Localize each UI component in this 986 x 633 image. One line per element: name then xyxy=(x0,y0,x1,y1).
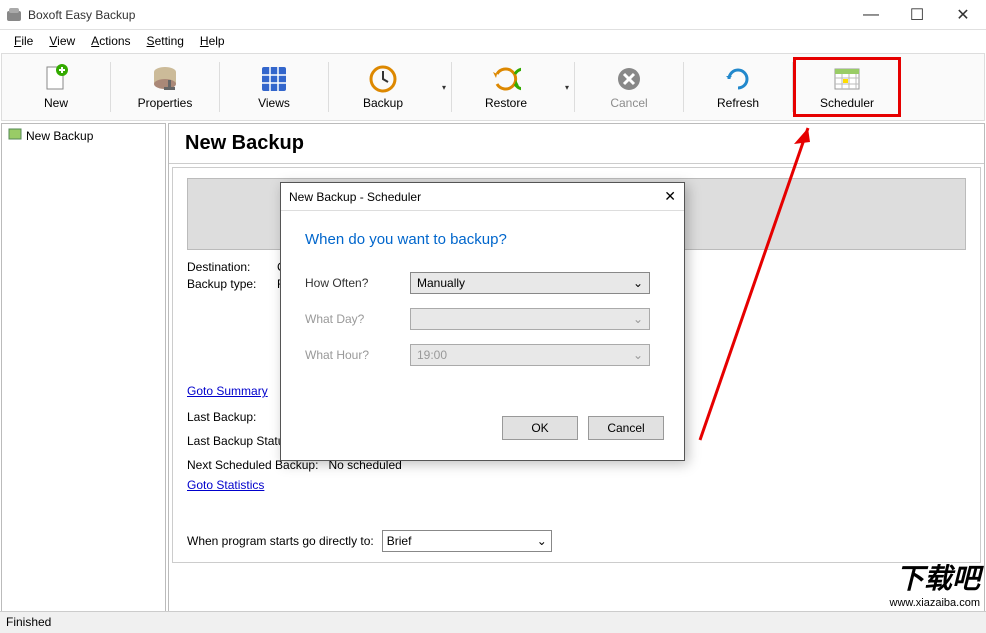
scheduler-icon xyxy=(832,64,862,94)
cancel-icon xyxy=(614,64,644,94)
sidebar: New Backup xyxy=(1,123,166,613)
window-controls: — ☐ ✕ xyxy=(848,0,986,30)
dialog-heading: When do you want to backup? xyxy=(305,231,660,248)
goto-statistics-link[interactable]: Goto Statistics xyxy=(187,478,264,492)
toolbar-scheduler[interactable]: Scheduler xyxy=(793,57,901,117)
toolbar: New Properties Views Backup ▾ Restore ▾ … xyxy=(1,53,985,121)
toolbar-views[interactable]: Views xyxy=(220,57,328,117)
panel-title: New Backup xyxy=(169,124,984,164)
what-day-select: ⌄ xyxy=(410,308,650,330)
properties-icon xyxy=(150,64,180,94)
menubar: File View Actions Setting Help xyxy=(0,30,986,52)
sidebar-item-label: New Backup xyxy=(26,129,93,143)
watermark: 下载吧 www.xiazaiba.com xyxy=(890,557,980,609)
sidebar-item-new-backup[interactable]: New Backup xyxy=(2,124,165,147)
menu-file[interactable]: File xyxy=(6,32,41,50)
how-often-label: How Often? xyxy=(305,276,410,290)
dialog-titlebar[interactable]: New Backup - Scheduler ✕ xyxy=(281,183,684,211)
views-icon xyxy=(259,64,289,94)
restore-dropdown-icon[interactable]: ▾ xyxy=(560,83,574,92)
maximize-button[interactable]: ☐ xyxy=(894,0,940,30)
what-day-label: What Day? xyxy=(305,312,410,326)
titlebar[interactable]: Boxoft Easy Backup — ☐ ✕ xyxy=(0,0,986,30)
toolbar-cancel: Cancel xyxy=(575,57,683,117)
new-file-icon xyxy=(41,64,71,94)
dialog-close-button[interactable]: ✕ xyxy=(664,188,676,205)
toolbar-backup[interactable]: Backup xyxy=(329,57,437,117)
refresh-icon xyxy=(723,64,753,94)
backup-item-icon xyxy=(8,127,22,144)
what-hour-label: What Hour? xyxy=(305,348,410,362)
chevron-down-icon: ⌄ xyxy=(633,276,643,290)
restore-icon xyxy=(491,64,521,94)
ok-button[interactable]: OK xyxy=(502,416,578,440)
chevron-down-icon: ⌄ xyxy=(633,348,643,362)
what-hour-select: 19:00⌄ xyxy=(410,344,650,366)
statusbar: Finished xyxy=(0,611,986,633)
app-icon xyxy=(6,7,22,23)
start-direct-label: When program starts go directly to: xyxy=(187,534,374,548)
menu-actions[interactable]: Actions xyxy=(83,32,138,50)
backup-dropdown-icon[interactable]: ▾ xyxy=(437,83,451,92)
status-text: Finished xyxy=(6,615,51,629)
toolbar-properties[interactable]: Properties xyxy=(111,57,219,117)
chevron-down-icon: ⌄ xyxy=(537,534,547,548)
window-title: Boxoft Easy Backup xyxy=(28,8,848,22)
menu-help[interactable]: Help xyxy=(192,32,233,50)
close-button[interactable]: ✕ xyxy=(940,0,986,30)
toolbar-new[interactable]: New xyxy=(2,57,110,117)
menu-view[interactable]: View xyxy=(41,32,83,50)
chevron-down-icon: ⌄ xyxy=(633,312,643,326)
minimize-button[interactable]: — xyxy=(848,0,894,30)
cancel-button[interactable]: Cancel xyxy=(588,416,664,440)
dialog-title: New Backup - Scheduler xyxy=(289,190,421,204)
scheduler-dialog: New Backup - Scheduler ✕ When do you wan… xyxy=(280,182,685,461)
goto-summary-link[interactable]: Goto Summary xyxy=(187,384,268,398)
toolbar-restore[interactable]: Restore xyxy=(452,57,560,117)
menu-setting[interactable]: Setting xyxy=(139,32,192,50)
toolbar-refresh[interactable]: Refresh xyxy=(684,57,792,117)
backup-icon xyxy=(368,64,398,94)
how-often-select[interactable]: Manually⌄ xyxy=(410,272,650,294)
start-direct-select[interactable]: Brief ⌄ xyxy=(382,530,552,552)
